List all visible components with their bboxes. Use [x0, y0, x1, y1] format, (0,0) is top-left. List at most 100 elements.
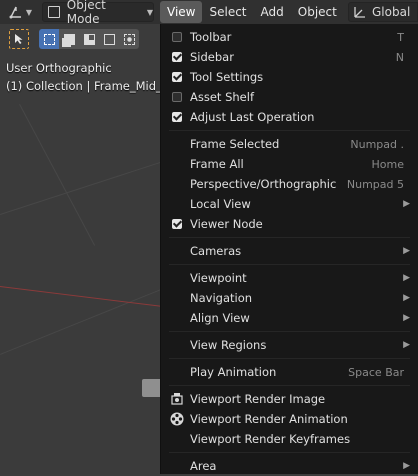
asset-shelf-checkbox[interactable]: [172, 92, 182, 102]
menu-add[interactable]: Add: [254, 1, 291, 23]
menu-item-viewport-render-keyframes[interactable]: Viewport Render Keyframes: [161, 429, 418, 449]
menu-item-label: Play Animation: [190, 365, 277, 379]
shortcut-text: T: [397, 30, 404, 44]
menu-item-label: Sidebar: [190, 50, 234, 64]
view-name-text: User Orthographic: [6, 61, 112, 75]
menu-item-label: Align View: [190, 311, 250, 325]
axes-icon: [9, 6, 21, 19]
menu-item-navigation[interactable]: Navigation ▶: [161, 288, 418, 308]
mode-select[interactable]: Object Mode ▼: [42, 0, 154, 26]
select-mode-intersect-button[interactable]: [119, 29, 139, 49]
submenu-arrow-icon: ▶: [403, 340, 410, 350]
menu-item-viewport-render-animation[interactable]: Viewport Render Animation: [161, 409, 418, 429]
shortcut-text: Numpad .: [350, 137, 404, 151]
menu-separator: [161, 234, 418, 241]
menu-item-frame-selected[interactable]: Frame Selected Numpad .: [161, 134, 418, 154]
tool-settings-checkbox[interactable]: [172, 72, 182, 82]
submenu-arrow-icon: ▶: [403, 461, 410, 471]
menu-item-label: Frame All: [190, 157, 244, 171]
chevron-down-icon: ▼: [146, 7, 153, 17]
menu-item-local-view[interactable]: Local View ▶: [161, 194, 418, 214]
menu-view[interactable]: View: [160, 1, 203, 23]
select-new-icon: [43, 33, 55, 45]
menu-item-label: Adjust Last Operation: [190, 110, 315, 124]
menu-item-sidebar[interactable]: Sidebar N: [161, 47, 418, 67]
view-menu: Toolbar T Sidebar N Tool Settings Asset …: [160, 24, 418, 474]
submenu-arrow-icon: ▶: [403, 313, 410, 323]
menu-item-area[interactable]: Area ▶: [161, 456, 418, 476]
menu-item-label: Tool Settings: [190, 70, 264, 84]
menu-item-view-regions[interactable]: View Regions ▶: [161, 335, 418, 355]
menu-item-label: Asset Shelf: [190, 90, 254, 104]
menu-separator: [161, 449, 418, 456]
select-mode-new-button[interactable]: [39, 29, 59, 49]
menu-item-toolbar[interactable]: Toolbar T: [161, 27, 418, 47]
menu-add-label: Add: [260, 5, 284, 19]
chevron-down-icon: ▼: [25, 7, 33, 17]
menu-item-label: Perspective/Orthographic: [190, 177, 337, 191]
shortcut-text: Numpad 5: [346, 177, 404, 191]
transform-orientation-select[interactable]: Global: [348, 2, 418, 22]
menu-item-label: Cameras: [190, 244, 242, 258]
select-mode-subtract-button[interactable]: [79, 29, 99, 49]
menu-item-frame-all[interactable]: Frame All Home: [161, 154, 418, 174]
menu-item-label: Frame Selected: [190, 137, 280, 151]
submenu-arrow-icon: ▶: [403, 293, 410, 303]
menu-item-label: Toolbar: [190, 30, 232, 44]
transform-orientation-label: Global: [372, 5, 411, 19]
menu-separator: [161, 261, 418, 268]
menu-item-tool-settings[interactable]: Tool Settings: [161, 67, 418, 87]
shortcut-text: Space Bar: [348, 365, 404, 379]
transform-orientation-icon: [354, 7, 365, 18]
menu-item-align-view[interactable]: Align View ▶: [161, 308, 418, 328]
toolbar-checkbox[interactable]: [172, 32, 182, 42]
select-mode-extend-button[interactable]: [59, 29, 79, 49]
tool-settings-bar: [0, 26, 160, 52]
mode-label: Object Mode: [66, 0, 106, 26]
menu-item-viewer-node[interactable]: Viewer Node: [161, 214, 418, 234]
menu-object-label: Object: [297, 5, 337, 19]
menu-item-label: Viewport Render Keyframes: [190, 432, 351, 446]
menu-separator: [161, 127, 418, 134]
select-extend-icon: [63, 33, 75, 45]
viewer-node-checkbox[interactable]: [172, 219, 182, 229]
menu-item-label: Area: [190, 459, 217, 473]
select-mode-invert-button[interactable]: [99, 29, 119, 49]
menu-item-label: Viewport Render Image: [190, 392, 326, 406]
menu-item-viewpoint[interactable]: Viewpoint ▶: [161, 268, 418, 288]
menu-item-label: Local View: [190, 197, 251, 211]
submenu-arrow-icon: ▶: [403, 246, 410, 256]
shortcut-text: N: [395, 50, 404, 64]
adjust-last-operation-checkbox[interactable]: [172, 112, 182, 122]
menu-item-adjust-last-operation[interactable]: Adjust Last Operation: [161, 107, 418, 127]
menu-item-viewport-render-image[interactable]: Viewport Render Image: [161, 389, 418, 409]
menu-item-cameras[interactable]: Cameras ▶: [161, 241, 418, 261]
select-tool-button[interactable]: [9, 29, 29, 49]
menu-item-label: Viewport Render Animation: [190, 412, 348, 426]
menu-item-asset-shelf[interactable]: Asset Shelf: [161, 87, 418, 107]
menu-separator: [161, 382, 418, 389]
menu-select[interactable]: Select: [202, 1, 253, 23]
menu-separator: [161, 355, 418, 362]
collection-text: (1) Collection | Frame_Mid_C: [6, 79, 170, 93]
object-mode-icon: [48, 6, 60, 18]
sidebar-checkbox[interactable]: [172, 52, 182, 62]
render-animation-icon: [170, 412, 184, 426]
menu-object[interactable]: Object: [291, 1, 344, 23]
menu-item-label: Viewpoint: [190, 271, 247, 285]
x-axis-line: [0, 286, 179, 309]
menu-view-label: View: [167, 5, 196, 19]
select-invert-icon: [103, 33, 115, 45]
shortcut-text: Home: [371, 157, 404, 171]
menu-item-perspective-orthographic[interactable]: Perspective/Orthographic Numpad 5: [161, 174, 418, 194]
viewport-header: ▼ Object Mode ▼ View Select Add Object G…: [0, 0, 418, 26]
menu-item-label: View Regions: [190, 338, 267, 352]
grid-line: [19, 104, 96, 246]
menu-item-play-animation[interactable]: Play Animation Space Bar: [161, 362, 418, 382]
submenu-arrow-icon: ▶: [403, 273, 410, 283]
editor-type-button[interactable]: ▼: [4, 2, 36, 22]
object-cube[interactable]: [142, 379, 162, 397]
menu-select-label: Select: [209, 5, 247, 19]
submenu-arrow-icon: ▶: [403, 199, 410, 209]
cursor-arrow-icon: [15, 34, 23, 44]
